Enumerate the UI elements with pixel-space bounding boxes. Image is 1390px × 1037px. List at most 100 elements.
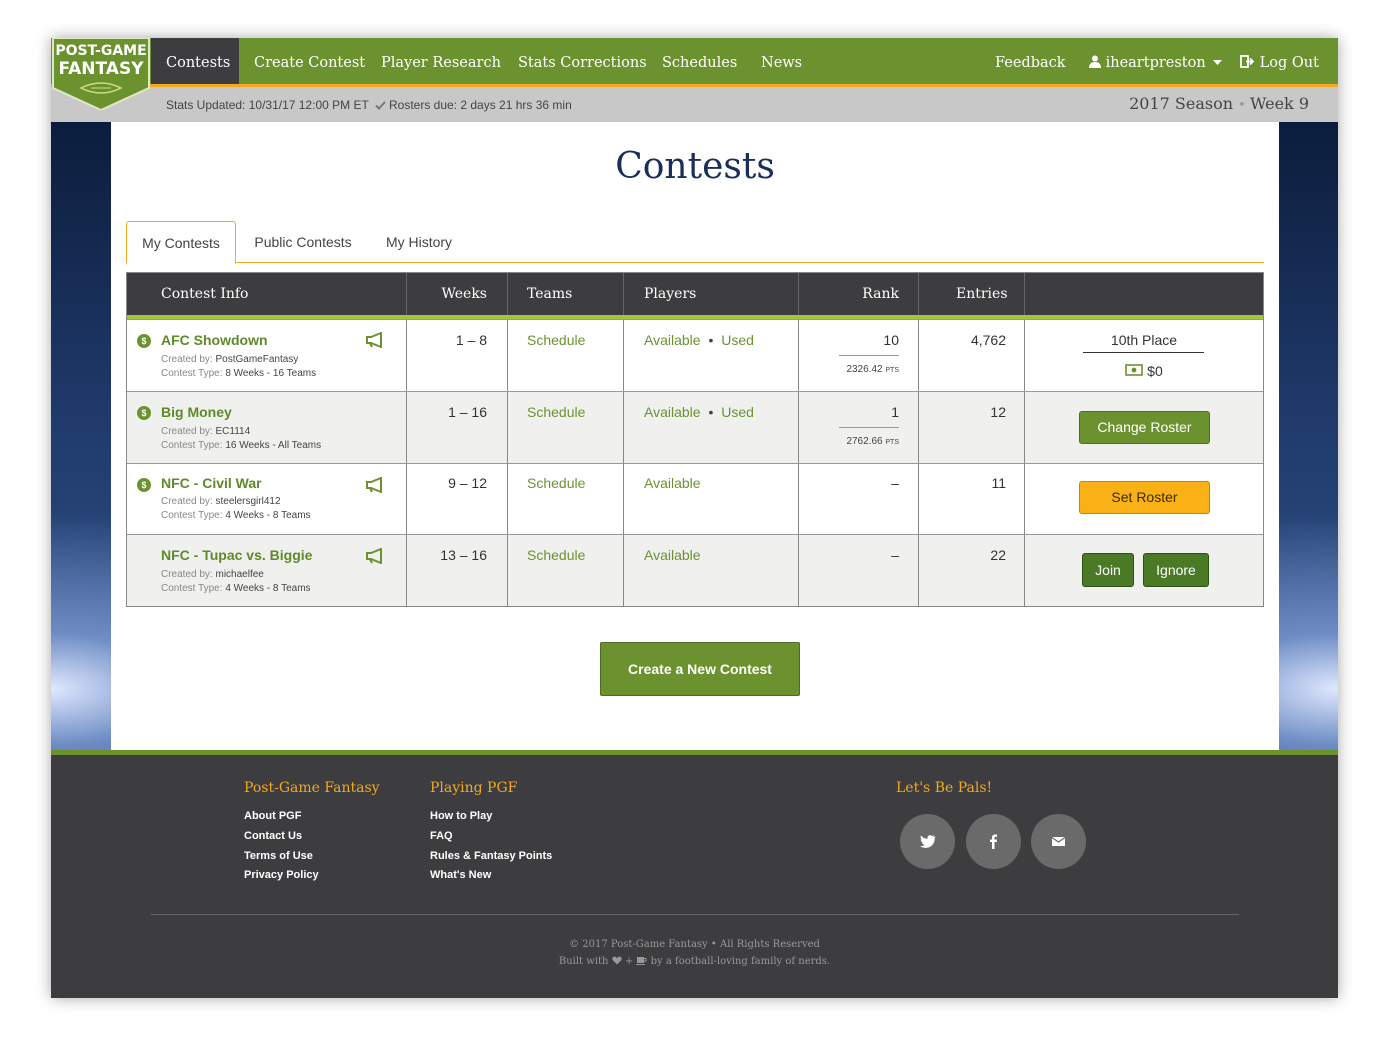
create-new-contest-button[interactable]: Create a New Contest [600,642,800,696]
rank-value: 1 [891,404,899,420]
ignore-button[interactable]: Ignore [1143,553,1209,587]
nav-stats-corrections[interactable]: Stats Corrections [518,38,647,84]
table-row: NFC - Tupac vs. Biggie Created by: micha… [127,534,1263,606]
envelope-icon [1051,837,1066,846]
season-label: 2017 Season [1129,94,1234,113]
email-button[interactable] [1031,814,1086,869]
available-link[interactable]: Available [644,404,701,420]
schedule-link[interactable]: Schedule [527,332,585,348]
contest-name[interactable]: AFC Showdown [161,332,268,348]
contest-type: Contest Type: 16 Weeks - All Teams [161,440,322,451]
weeks-range: 9 – 12 [448,475,487,491]
coffee-icon [636,957,647,965]
nav-news[interactable]: News [761,38,802,84]
copyright: © 2017 Post-Game Fantasy • All Rights Re… [569,939,820,950]
set-roster-button[interactable]: Set Roster [1079,481,1210,514]
logout-link[interactable]: Log Out [1240,38,1319,84]
entries-value: 11 [991,475,1006,491]
available-link[interactable]: Available [644,475,701,491]
caret-down-icon [1213,60,1223,65]
created-by: Created by: michaelfee [161,569,264,580]
available-link[interactable]: Available [644,332,701,348]
nav-feedback[interactable]: Feedback [995,38,1066,84]
footer-contact-link[interactable]: Contact Us [244,830,302,842]
created-by: Created by: EC1114 [161,426,251,437]
contest-tabs: My Contests Public Contests My History [126,221,1264,264]
contest-name[interactable]: NFC - Civil War [161,475,262,491]
paid-contest-icon: $ [137,334,151,348]
footer-terms-link[interactable]: Terms of Use [244,850,313,862]
footer-divider [51,750,1338,755]
footer-about-link[interactable]: About PGF [244,810,301,822]
contest-type: Contest Type: 8 Weeks - 16 Teams [161,368,317,379]
sign-out-icon [1240,55,1255,68]
created-by: Created by: PostGameFantasy [161,354,299,365]
page-title: Contests [615,146,775,187]
table-header: Contest Info Weeks Teams Players Rank En… [127,273,1263,319]
app-frame: POST-GAME FANTASY Contests Create Contes… [51,38,1338,998]
footer-faq-link[interactable]: FAQ [430,830,453,842]
available-link[interactable]: Available [644,547,701,563]
megaphone-icon[interactable] [365,548,385,564]
footer-whats-new-link[interactable]: What's New [430,869,491,881]
user-menu[interactable]: iheartpreston [1089,38,1223,84]
twitter-button[interactable] [900,814,955,869]
tab-my-contests[interactable]: My Contests [126,221,236,264]
logo-line2: FANTASY [58,59,144,79]
players-links: Available • Used [644,404,754,420]
contest-type: Contest Type: 4 Weeks - 8 Teams [161,583,311,594]
contest-name[interactable]: Big Money [161,404,232,420]
post-game-fantasy-logo[interactable]: POST-GAME FANTASY [51,38,151,110]
entries-value: 4,762 [970,332,1006,348]
check-icon [375,101,386,110]
used-link[interactable]: Used [721,332,754,348]
week-label: Week 9 [1249,94,1309,113]
points-value: 2326.42 PTS [846,364,899,375]
stats-updated: Stats Updated: 10/31/17 12:00 PM ET [166,98,369,112]
footer-social-heading: Let's Be Pals! [896,780,993,796]
footer-pgf-heading: Post-Game Fantasy [244,780,380,796]
nav-create-contest[interactable]: Create Contest [254,38,365,84]
footer-rules-link[interactable]: Rules & Fantasy Points [430,850,552,862]
money-icon [1125,364,1144,376]
top-nav: Contests Create Contest Player Research … [51,38,1338,87]
table-row: $ AFC Showdown Created by: PostGameFanta… [127,319,1263,391]
change-roster-button[interactable]: Change Roster [1079,411,1210,444]
username: iheartpreston [1105,55,1206,71]
footer-playing-heading: Playing PGF [430,780,518,796]
megaphone-icon[interactable] [365,477,385,493]
players-links: Available • Used [644,332,754,348]
used-link[interactable]: Used [721,404,754,420]
header-players: Players [644,286,697,302]
schedule-link[interactable]: Schedule [527,475,585,491]
contest-type: Contest Type: 4 Weeks - 8 Teams [161,510,311,521]
join-button[interactable]: Join [1082,553,1134,587]
schedule-link[interactable]: Schedule [527,547,585,563]
built-with: Built with + by a football-loving family… [558,956,831,967]
schedule-link[interactable]: Schedule [527,404,585,420]
footer-how-to-play-link[interactable]: How to Play [430,810,492,822]
footer-privacy-link[interactable]: Privacy Policy [244,869,319,881]
nav-contests[interactable]: Contests [151,38,239,84]
facebook-button[interactable] [966,814,1021,869]
rank-value: – [891,547,899,563]
user-icon [1089,55,1101,68]
header-rank: Rank [862,286,899,302]
header-entries: Entries [956,286,1008,302]
status-bar: Stats Updated: 10/31/17 12:00 PM ET Rost… [51,87,1338,122]
weeks-range: 1 – 16 [448,404,487,420]
logo-line1: POST-GAME [55,43,146,59]
nav-player-research[interactable]: Player Research [381,38,501,84]
tab-my-history[interactable]: My History [376,221,462,263]
rosters-due: Rosters due: 2 days 21 hrs 36 min [389,98,572,112]
main-panel: Contests My Contests Public Contests My … [111,122,1279,750]
weeks-range: 13 – 16 [440,547,487,563]
place-label: 10th Place [1110,332,1178,348]
megaphone-icon[interactable] [365,332,385,348]
tab-public-contests[interactable]: Public Contests [244,221,362,263]
season-week: 2017 Season • Week 9 [1129,94,1309,113]
contests-table: Contest Info Weeks Teams Players Rank En… [126,272,1264,607]
points-value: 2762.66 PTS [846,436,899,447]
nav-schedules[interactable]: Schedules [662,38,737,84]
contest-name[interactable]: NFC - Tupac vs. Biggie [161,547,312,563]
